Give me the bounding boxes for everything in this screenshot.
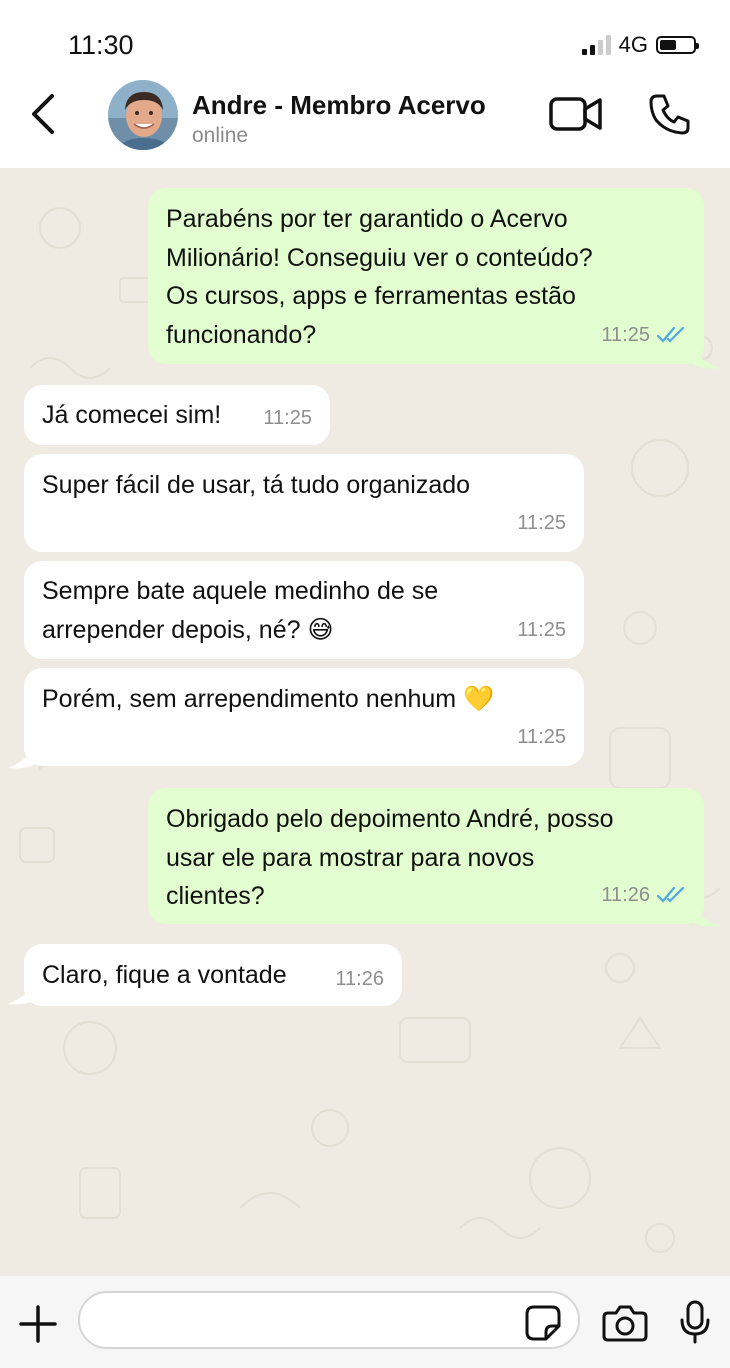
message-time: 11:25 bbox=[517, 725, 566, 748]
message-bubble[interactable]: Parabéns por ter garantido o Acervo Mili… bbox=[148, 188, 704, 364]
double-check-icon bbox=[656, 326, 685, 343]
sticker-icon bbox=[525, 1305, 561, 1341]
message-text: Sempre bate aquele medinho de se arrepen… bbox=[42, 577, 439, 644]
message-time: 11:25 bbox=[517, 618, 566, 641]
message-text: Porém, sem arrependimento nenhum 💛 bbox=[42, 685, 495, 713]
message-bubble[interactable]: Super fácil de usar, tá tudo organizado … bbox=[24, 454, 584, 552]
microphone-button[interactable] bbox=[678, 1300, 712, 1344]
avatar[interactable] bbox=[108, 80, 178, 150]
camera-button[interactable] bbox=[602, 1304, 648, 1342]
chat-header: Andre - Membro Acervo online bbox=[0, 80, 730, 168]
message-bubble[interactable]: Sempre bate aquele medinho de se arrepen… bbox=[24, 561, 584, 659]
message-meta: 11:26 bbox=[601, 876, 686, 915]
message-text: Super fácil de usar, tá tudo organizado bbox=[42, 471, 471, 499]
video-call-button[interactable] bbox=[548, 94, 604, 134]
status-indicators: 4G bbox=[581, 32, 699, 58]
message-bubble[interactable]: Porém, sem arrependimento nenhum 💛 11:25 bbox=[24, 668, 584, 766]
voice-call-button[interactable] bbox=[648, 92, 692, 136]
camera-icon bbox=[602, 1305, 648, 1342]
phone-icon bbox=[649, 94, 690, 135]
message-time: 11:26 bbox=[601, 883, 650, 906]
message-text: Parabéns por ter garantido o Acervo Mili… bbox=[166, 205, 593, 349]
plus-icon bbox=[19, 1305, 57, 1343]
message-text: Já comecei sim! bbox=[42, 401, 222, 429]
attach-button[interactable] bbox=[18, 1304, 58, 1344]
message-meta: 11:25 bbox=[601, 316, 686, 355]
signal-icon bbox=[581, 35, 611, 55]
message-bubble[interactable]: Obrigado pelo depoimento André, posso us… bbox=[148, 788, 704, 924]
contact-status: online bbox=[192, 124, 249, 147]
sticker-button[interactable] bbox=[524, 1304, 562, 1342]
chat-area[interactable]: Parabéns por ter garantido o Acervo Mili… bbox=[0, 168, 730, 1276]
battery-icon bbox=[656, 36, 699, 54]
message-time: 11:25 bbox=[517, 511, 566, 534]
message-input[interactable] bbox=[78, 1291, 580, 1349]
microphone-icon bbox=[680, 1300, 710, 1344]
message-text: Claro, fique a vontade bbox=[42, 961, 287, 989]
input-bar bbox=[0, 1276, 730, 1368]
message-time: 11:26 bbox=[335, 967, 384, 990]
network-type: 4G bbox=[618, 32, 648, 57]
message-bubble[interactable]: Já comecei sim! 11:25 bbox=[24, 385, 330, 445]
message-text: Obrigado pelo depoimento André, posso us… bbox=[166, 805, 614, 910]
video-camera-icon bbox=[549, 97, 602, 131]
back-button[interactable] bbox=[24, 92, 64, 136]
message-time: 11:25 bbox=[601, 323, 650, 346]
message-time: 11:25 bbox=[263, 406, 312, 429]
status-bar: 11:30 4G bbox=[0, 0, 730, 80]
double-check-icon bbox=[656, 886, 685, 903]
message-bubble[interactable]: Claro, fique a vontade 11:26 bbox=[24, 944, 402, 1006]
status-time: 11:30 bbox=[68, 30, 134, 60]
chevron-left-icon bbox=[32, 94, 54, 134]
avatar-image bbox=[108, 80, 178, 150]
contact-name[interactable]: Andre - Membro Acervo bbox=[192, 90, 486, 121]
